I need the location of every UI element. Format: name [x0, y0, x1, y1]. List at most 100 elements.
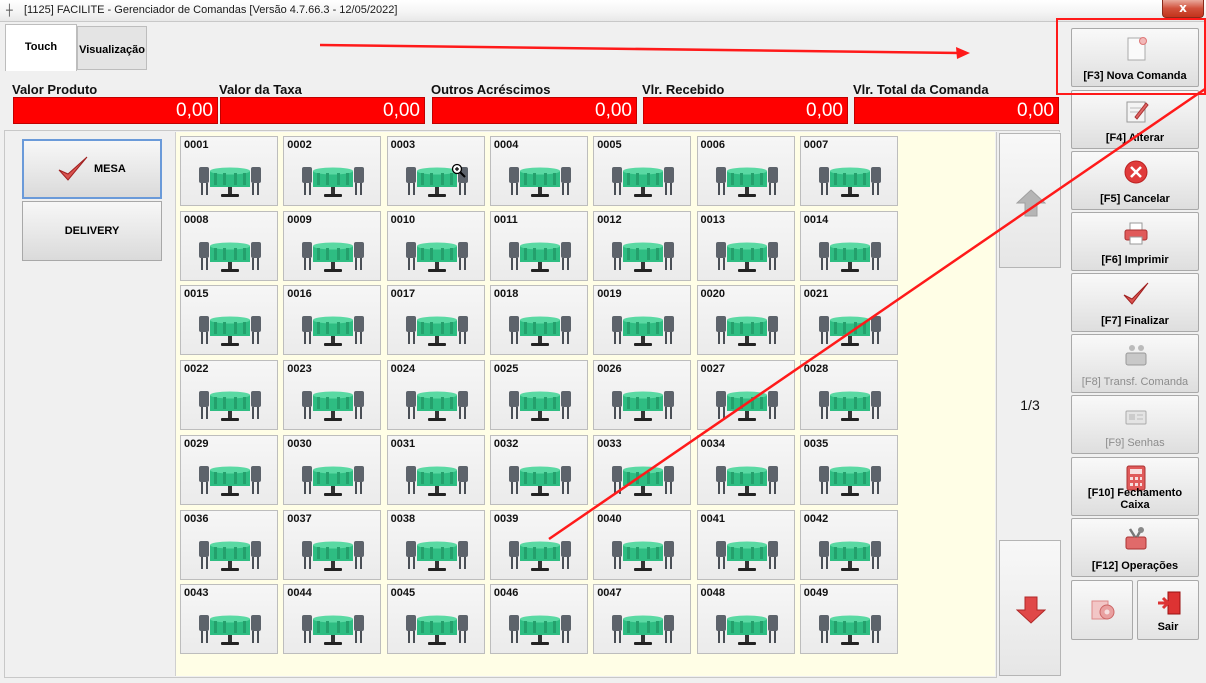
total-label: Valor da Taxa — [219, 82, 302, 97]
scroll-up-button[interactable] — [999, 133, 1061, 268]
table-0041-button[interactable]: 0041 — [696, 509, 795, 580]
dining-table-icon — [199, 465, 261, 496]
window-title: [1125] FACILITE - Gerenciador de Comanda… — [24, 4, 398, 16]
dining-table-icon — [302, 465, 365, 496]
operacoes-button[interactable]: [F12] Operações — [1071, 518, 1199, 577]
imprimir-button[interactable]: [F6] Imprimir — [1071, 212, 1199, 271]
table-0007-button[interactable]: 0007 — [799, 136, 898, 206]
table-0027-button[interactable]: 0027 — [696, 360, 795, 431]
table-0036-button[interactable]: 0036 — [180, 509, 278, 580]
table-0038-button[interactable]: 0038 — [386, 509, 485, 580]
table-0031-button[interactable]: 0031 — [386, 434, 485, 505]
table-0047-button[interactable]: 0047 — [593, 584, 692, 655]
table-0042-button[interactable]: 0042 — [799, 509, 898, 580]
total-value: 0,00 — [854, 97, 1059, 124]
dining-table-icon — [818, 391, 881, 422]
table-0021-button[interactable]: 0021 — [799, 285, 898, 356]
senhas-button[interactable]: [F9] Senhas — [1071, 395, 1199, 454]
arrow-down-icon — [1016, 596, 1046, 624]
table-0001-button[interactable]: 0001 — [180, 136, 278, 206]
table-0022-button[interactable]: 0022 — [180, 360, 278, 431]
table-0012-button[interactable]: 0012 — [593, 210, 692, 281]
sair-button[interactable]: Sair — [1137, 580, 1199, 640]
table-0026-button[interactable]: 0026 — [593, 360, 692, 431]
table-0035-button[interactable]: 0035 — [799, 434, 898, 505]
delivery-button[interactable]: DELIVERY — [22, 201, 162, 261]
table-0025-button[interactable]: 0025 — [489, 360, 588, 431]
table-0045-button[interactable]: 0045 — [386, 584, 485, 655]
button-label: [F6] Imprimir — [1101, 254, 1169, 266]
table-number: 0003 — [390, 139, 416, 151]
table-0020-button[interactable]: 0020 — [696, 285, 795, 356]
table-0028-button[interactable]: 0028 — [799, 360, 898, 431]
table-0016-button[interactable]: 0016 — [283, 285, 382, 356]
magnifier-cursor-icon — [451, 163, 466, 178]
total-value: 0,00 — [643, 97, 848, 124]
dining-table-icon — [612, 615, 675, 646]
table-number: 0019 — [597, 288, 622, 301]
total-value: 0,00 — [432, 97, 637, 124]
table-0019-button[interactable]: 0019 — [593, 285, 692, 356]
table-0030-button[interactable]: 0030 — [283, 434, 382, 505]
dining-table-icon — [818, 540, 881, 571]
table-0029-button[interactable]: 0029 — [180, 434, 278, 505]
mesa-button[interactable]: MESA — [22, 139, 162, 199]
table-0024-button[interactable]: 0024 — [386, 360, 485, 431]
table-number: 0031 — [390, 437, 416, 450]
table-0011-button[interactable]: 0011 — [489, 210, 588, 281]
settings-button[interactable] — [1071, 580, 1133, 640]
page-indicator: 1/3 — [1020, 397, 1040, 413]
total-value: 0,00 — [13, 97, 218, 124]
table-number: 0040 — [597, 512, 622, 525]
tab-visualizacao[interactable]: Visualização — [77, 26, 147, 70]
cancel-icon — [1124, 160, 1148, 184]
table-0048-button[interactable]: 0048 — [696, 584, 795, 655]
table-number: 0043 — [184, 587, 209, 600]
total-valor-taxa: Valor da Taxa 0,00 — [219, 76, 425, 128]
table-0006-button[interactable]: 0006 — [696, 136, 795, 206]
table-0003-button[interactable]: 0003 — [386, 136, 485, 206]
scroll-down-button[interactable] — [999, 540, 1061, 676]
table-0017-button[interactable]: 0017 — [386, 285, 485, 356]
table-number: 0022 — [184, 363, 209, 376]
table-0023-button[interactable]: 0023 — [283, 360, 382, 431]
table-0010-button[interactable]: 0010 — [386, 210, 485, 281]
tab-touch[interactable]: Touch — [5, 24, 77, 71]
table-0039-button[interactable]: 0039 — [489, 509, 588, 580]
table-0005-button[interactable]: 0005 — [593, 136, 692, 206]
dining-table-icon — [715, 540, 778, 571]
dining-table-icon — [715, 167, 778, 197]
table-0044-button[interactable]: 0044 — [283, 584, 382, 655]
table-0009-button[interactable]: 0009 — [283, 210, 382, 281]
table-0040-button[interactable]: 0040 — [593, 509, 692, 580]
finalizar-button[interactable]: [F7] Finalizar — [1071, 273, 1199, 332]
table-0004-button[interactable]: 0004 — [489, 136, 588, 206]
table-0013-button[interactable]: 0013 — [696, 210, 795, 281]
table-0008-button[interactable]: 0008 — [180, 210, 278, 281]
table-0002-button[interactable]: 0002 — [283, 136, 382, 206]
table-0034-button[interactable]: 0034 — [696, 434, 795, 505]
fechamento-caixa-button[interactable]: [F10] Fechamento Caixa — [1071, 457, 1199, 516]
alterar-button[interactable]: [F4] Alterar — [1071, 90, 1199, 149]
table-0049-button[interactable]: 0049 — [799, 584, 898, 655]
table-0046-button[interactable]: 0046 — [489, 584, 588, 655]
table-number: 0034 — [700, 437, 725, 450]
cancelar-button[interactable]: [F5] Cancelar — [1071, 151, 1199, 210]
button-label: [F5] Cancelar — [1100, 193, 1170, 205]
dining-table-icon — [715, 391, 778, 422]
table-number: 0008 — [184, 213, 209, 226]
table-number: 0037 — [287, 512, 312, 525]
close-button[interactable]: x — [1162, 0, 1204, 18]
table-0018-button[interactable]: 0018 — [489, 285, 588, 356]
table-0032-button[interactable]: 0032 — [489, 434, 588, 505]
table-0043-button[interactable]: 0043 — [180, 584, 278, 655]
table-0015-button[interactable]: 0015 — [180, 285, 278, 356]
table-0037-button[interactable]: 0037 — [283, 509, 382, 580]
table-number: 0045 — [390, 587, 416, 600]
annotation-highlight-box — [1056, 18, 1206, 95]
dining-table-icon — [818, 465, 881, 496]
transf-comanda-button[interactable]: [F8] Transf. Comanda — [1071, 334, 1199, 393]
table-0014-button[interactable]: 0014 — [799, 210, 898, 281]
mesa-label: MESA — [94, 163, 126, 175]
table-0033-button[interactable]: 0033 — [593, 434, 692, 505]
